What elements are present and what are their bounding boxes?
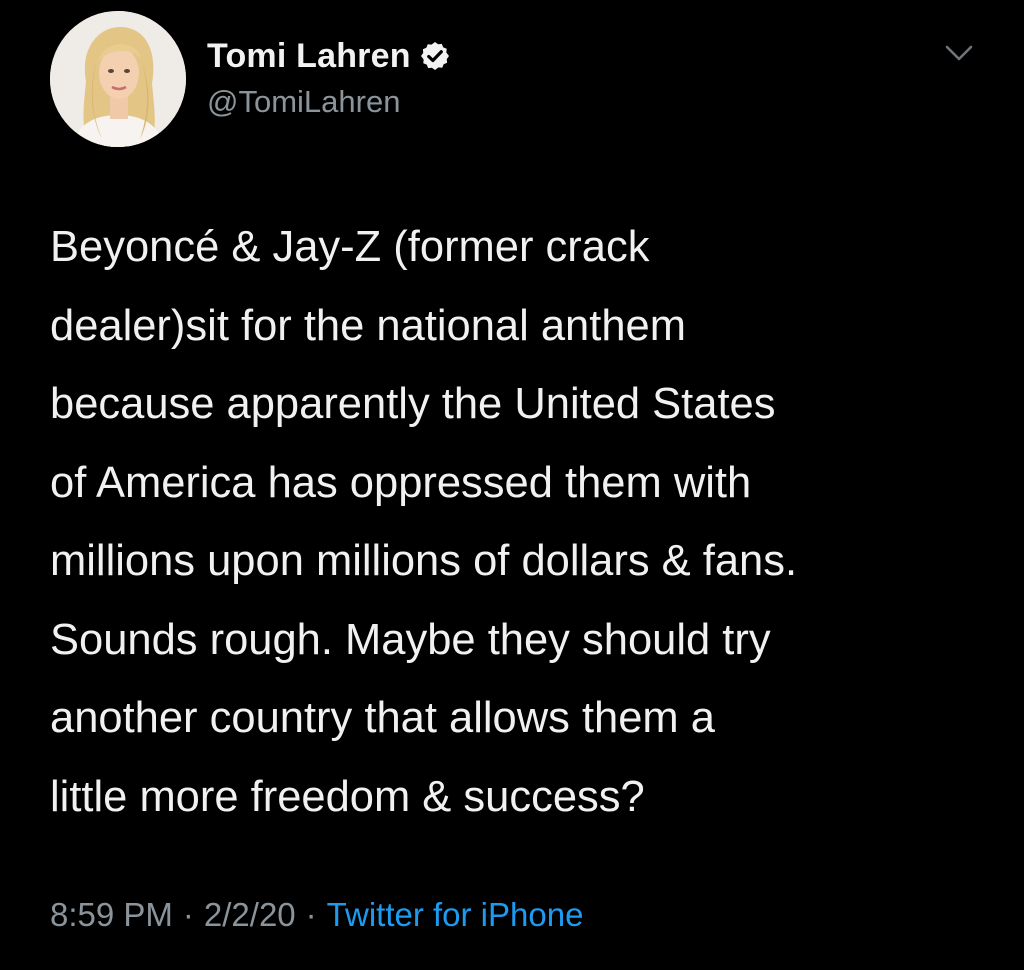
verified-badge-icon: [419, 40, 451, 72]
tweet-text-line: little more freedom & success?: [50, 772, 645, 821]
author-name[interactable]: Tomi Lahren: [207, 37, 411, 76]
tweet-text-line: Sounds rough. Maybe they should try: [50, 615, 771, 664]
tweet-date[interactable]: 2/2/20: [204, 896, 296, 933]
tweet-time[interactable]: 8:59 PM: [50, 896, 173, 933]
tweet-source-link[interactable]: Twitter for iPhone: [327, 896, 584, 933]
meta-separator: ·: [182, 896, 194, 933]
avatar-image: [50, 11, 186, 147]
author-handle[interactable]: @TomiLahren: [207, 84, 400, 120]
tweet-text-line: dealer)sit for the national anthem: [50, 301, 686, 350]
tweet-text-line: another country that allows them a: [50, 694, 715, 742]
tweet-card: Tomi Lahren @TomiLahren Beyoncé & Jay-Z …: [0, 0, 1024, 970]
avatar[interactable]: [50, 11, 186, 147]
tweet-text-line: Beyoncé & Jay-Z (former crack: [50, 223, 650, 271]
author-name-row[interactable]: Tomi Lahren: [207, 34, 451, 78]
meta-separator: ·: [305, 896, 317, 933]
tweet-text: Beyoncé & Jay-Z (former crack dealer)sit…: [50, 208, 990, 836]
tweet-meta: 8:59 PM · 2/2/20 · Twitter for iPhone: [50, 896, 583, 934]
chevron-down-icon[interactable]: [942, 40, 976, 66]
tweet-text-line: millions upon millions of dollars & fans…: [50, 537, 798, 585]
tweet-text-line: because apparently the United States: [50, 380, 776, 428]
tweet-text-line: of America has oppressed them with: [50, 458, 752, 507]
